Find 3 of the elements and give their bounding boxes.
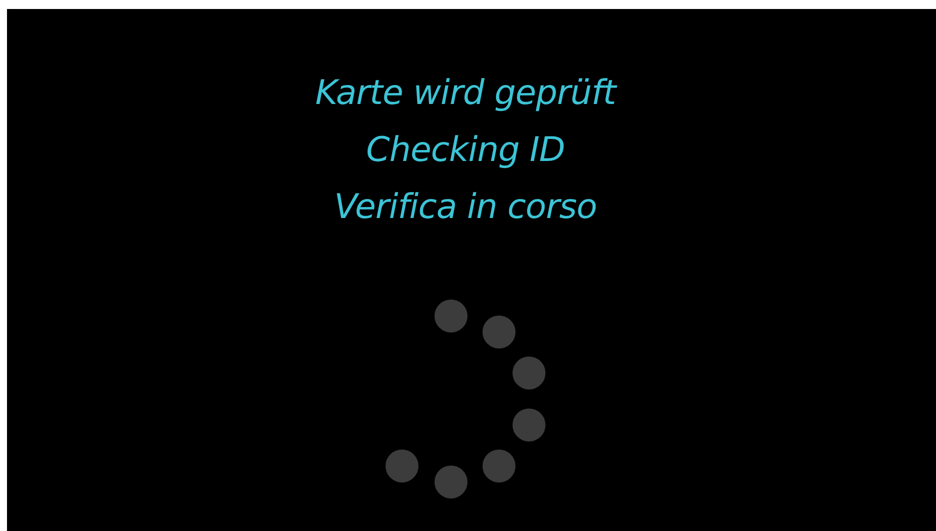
status-message: Karte wird geprüft <box>315 72 616 115</box>
status-message: Verifica in corso <box>334 186 597 229</box>
status-message: Checking ID <box>366 129 565 172</box>
